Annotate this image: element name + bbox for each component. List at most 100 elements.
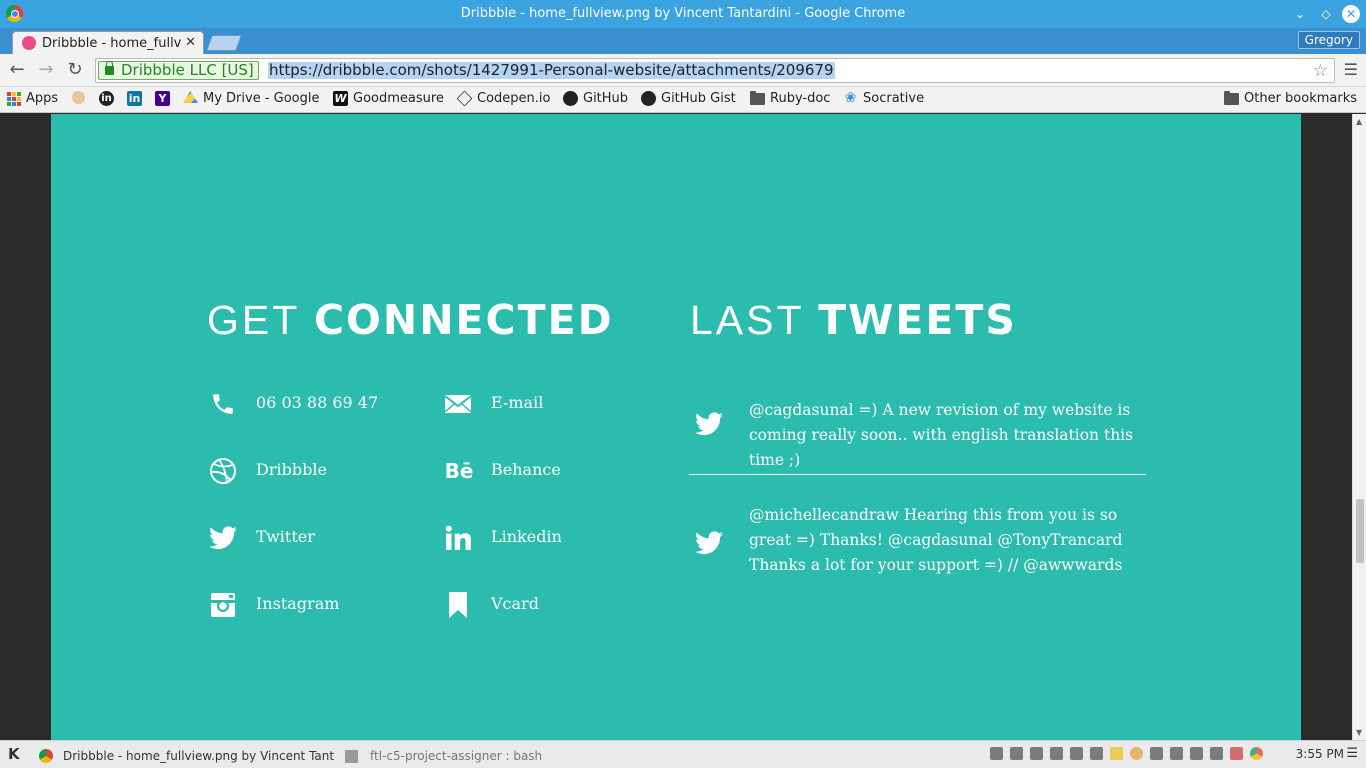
ev-certificate-badge[interactable]: Dribbble LLC [US] [98,61,259,80]
notification-icon[interactable] [990,747,1003,760]
close-window-button[interactable]: ✕ [1342,5,1360,23]
close-tab-icon[interactable]: ✕ [185,35,196,50]
bookmark-ruby-doc[interactable]: Ruby-doc [750,90,831,106]
contact-label: Dribbble [256,460,327,479]
bookmark-goodmeasure[interactable]: W Goodmeasure [333,91,444,106]
contact-label: Instagram [256,594,340,613]
ln-icon: in [99,91,114,106]
get-connected-heading: GET CONNECTED [207,296,614,344]
bookmark-star-icon[interactable]: ☆ [1313,61,1328,81]
last-tweets-heading: LAST TWEETS [690,296,1017,344]
bookmark-extension[interactable] [72,91,85,104]
contact-label: 06 03 88 69 47 [256,393,379,412]
page-scrollbar[interactable]: ▲ ▼ [1352,114,1366,740]
printer-icon[interactable] [1090,747,1103,760]
twitter-icon [695,412,723,436]
tweet-text: @cagdasunal =) A new revision of my webs… [749,401,1134,469]
apps-grid-icon [7,91,21,106]
bookmarks-bar: Apps in in Y My Drive - Google W Goodmea… [0,87,1366,113]
chrome-menu-icon[interactable]: ☰ [1344,60,1358,79]
profile-button[interactable]: Gregory [1297,31,1360,49]
scroll-thumb[interactable] [1356,499,1364,563]
sdcard-icon[interactable] [1070,747,1083,760]
weather-icon[interactable] [1130,747,1143,760]
url-text[interactable]: https://dribbble.com/shots/1427991-Perso… [268,62,835,79]
reload-icon[interactable]: ↻ [65,60,85,80]
page-viewport: GET CONNECTED LAST TWEETS 06 03 88 69 47… [0,114,1352,740]
bookmark-label: Apps [26,91,59,106]
bookmark-label: Goodmeasure [353,91,444,106]
bookmark-label: Ruby-doc [770,91,831,106]
bookmark-my-drive[interactable]: My Drive - Google [183,91,321,106]
tab-dribbble[interactable]: Dribbble - home_fullv ✕ [12,31,204,54]
task-label: Dribbble - home_fullview.png by Vincent … [63,749,335,763]
bookmark-codepen[interactable]: Codepen.io [456,90,550,107]
instagram-icon [209,591,237,619]
folder-icon [750,90,765,105]
socrative-icon: ❀ [844,90,857,106]
clipboard-icon[interactable] [1010,747,1023,760]
address-bar[interactable]: Dribbble LLC [US] https://dribbble.com/s… [95,58,1335,83]
lock-icon [105,61,114,75]
clock[interactable]: 3:55 PM [1296,747,1344,761]
browser-toolbar: ← → ↻ Dribbble LLC [US] https://dribbble… [0,54,1366,87]
task-label: ftl-c5-project-assigner : bash [370,749,543,763]
behance-icon: Bē [444,459,474,483]
new-tab-button[interactable] [206,35,242,51]
sync-icon[interactable] [1030,747,1043,760]
tweet-item: @michellecandraw Hearing this from you i… [691,503,1147,583]
system-tray [990,747,1263,760]
security-icon[interactable] [1230,747,1243,760]
bookmark-other[interactable]: Other bookmarks [1224,90,1358,106]
tweet-divider [689,474,1146,475]
forward-arrow-icon[interactable]: → [36,60,56,80]
back-arrow-icon[interactable]: ← [7,60,27,80]
contact-label: Twitter [256,527,315,546]
bookmark-label: My Drive - Google [203,91,320,106]
terminal-icon [345,749,358,763]
contact-label: Vcard [491,594,539,613]
bookmark-ln[interactable]: in [99,91,114,106]
taskbar-task-terminal[interactable]: ftl-c5-project-assigner : bash [341,745,641,767]
contact-label: Linkedin [491,527,562,546]
bookmark-label: GitHub Gist [661,91,736,106]
scroll-down-icon[interactable]: ▼ [1356,728,1362,737]
extension-icon [72,91,85,104]
yahoo-icon: Y [155,91,170,106]
battery-icon[interactable] [1190,747,1203,760]
minimize-icon[interactable]: ⌄ [1290,4,1310,24]
chrome-tray-icon[interactable] [1250,747,1263,760]
contact-label: E-mail [491,393,544,412]
contact-label: Behance [491,460,561,479]
dribbble-icon [209,457,237,485]
taskbar-menu-icon[interactable]: ☰ [1346,746,1358,761]
wifi-icon[interactable] [1210,747,1223,760]
network-icon[interactable] [1150,747,1163,760]
twitter-icon [209,524,237,552]
bookmark-github-gist[interactable]: GitHub Gist [641,91,736,106]
bookmark-linkedin[interactable]: in [127,91,142,106]
scroll-up-icon[interactable]: ▲ [1356,117,1362,126]
volume-icon[interactable] [1170,747,1183,760]
bookmark-socrative[interactable]: ❀ Socrative [843,90,925,107]
codepen-icon [456,90,473,107]
bookmark-apps[interactable]: Apps [7,91,58,106]
phone-icon [209,390,237,418]
kde-launcher-icon[interactable]: K [8,745,20,763]
bookmark-label: Other bookmarks [1244,91,1358,106]
bookmark-github[interactable]: GitHub [563,91,628,106]
github-icon [563,91,578,106]
folder-icon [1224,90,1239,105]
maximize-icon[interactable]: ◇ [1316,4,1336,24]
device-icon[interactable] [1050,747,1063,760]
chrome-icon [39,749,53,763]
tweet-text: @michellecandraw Hearing this from you i… [749,506,1123,574]
bookmark-label: Socrative [863,91,925,106]
github-icon [641,91,656,106]
updates-icon[interactable] [1110,747,1123,760]
taskbar-task-chrome[interactable]: Dribbble - home_fullview.png by Vincent … [36,745,336,767]
bookmark-yahoo[interactable]: Y [155,91,170,106]
google-drive-icon [183,91,198,103]
window-titlebar: Dribbble - home_fullview.png by Vincent … [0,0,1366,28]
linkedin-icon [444,524,472,552]
